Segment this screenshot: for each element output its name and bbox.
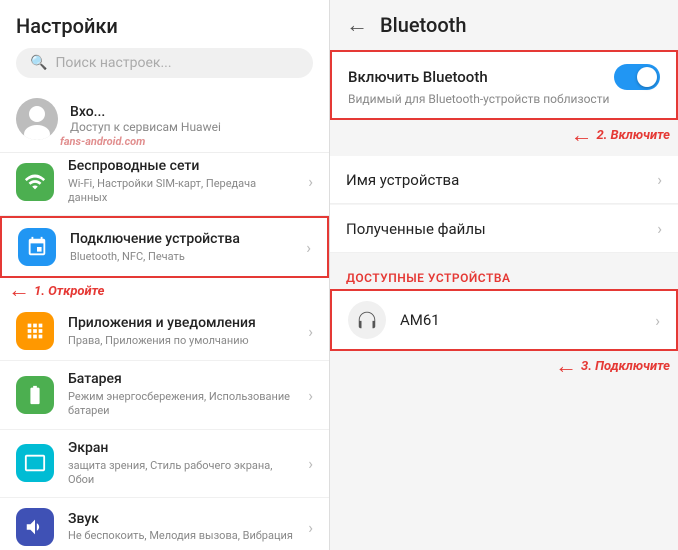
- wireless-title: Беспроводные сети: [68, 158, 294, 175]
- bluetooth-toggle-switch[interactable]: [614, 64, 660, 90]
- apps-notif-icon: [24, 320, 46, 342]
- device-name-item[interactable]: Имя устройства ›: [330, 156, 678, 204]
- device-name-chevron: ›: [657, 170, 662, 189]
- received-files-item[interactable]: Полученные файлы ›: [330, 205, 678, 253]
- left-header: Настройки 🔍 Поиск настроек...: [0, 0, 329, 86]
- arrow-1-icon: ←: [8, 280, 30, 302]
- sidebar-item-wireless[interactable]: Беспроводные сети Wi-Fi, Настройки SIM-к…: [0, 148, 329, 216]
- annotation-3-label: 3. Подключите: [581, 359, 670, 374]
- back-button[interactable]: ←: [346, 12, 368, 38]
- settings-panel: Настройки 🔍 Поиск настроек... Вхо... Дос…: [0, 0, 330, 550]
- device-am61-chevron: ›: [655, 311, 660, 330]
- annotation-2-row: ← 2. Включите: [330, 120, 678, 154]
- apps-notif-chevron: ›: [308, 322, 313, 341]
- sidebar-item-apps-notif[interactable]: Приложения и уведомления Права, Приложен…: [0, 302, 329, 361]
- sound-icon-box: [16, 508, 54, 546]
- display-title: Экран: [68, 440, 294, 457]
- search-icon: 🔍: [30, 55, 47, 71]
- bluetooth-title: Bluetooth: [380, 13, 466, 37]
- bluetooth-content: Включить Bluetooth Видимый для Bluetooth…: [330, 50, 678, 550]
- avatar-icon: [16, 98, 58, 140]
- display-chevron: ›: [308, 454, 313, 473]
- settings-title: Настройки: [16, 14, 313, 38]
- search-bar[interactable]: 🔍 Поиск настроек...: [16, 48, 313, 78]
- received-files-label: Полученные файлы: [346, 220, 486, 238]
- apps-notif-icon-box: [16, 312, 54, 350]
- annotation-1-row: ← 1. Откройте: [0, 278, 329, 302]
- apps-notif-subtitle: Права, Приложения по умолчанию: [68, 334, 294, 348]
- bluetooth-panel: ← Bluetooth Включить Bluetooth Видимый д…: [330, 0, 678, 550]
- account-info: Вхо... Доступ к сервисам Huawei: [70, 104, 313, 134]
- annotation-1-label: 1. Откройте: [34, 284, 104, 299]
- device-connect-text: Подключение устройства Bluetooth, NFC, П…: [70, 231, 292, 264]
- arrow-2-icon: ←: [570, 122, 592, 148]
- sidebar-item-battery[interactable]: Батарея Режим энергосбережения, Использо…: [0, 361, 329, 429]
- display-icon: [24, 452, 46, 474]
- battery-chevron: ›: [308, 386, 313, 405]
- account-subtitle: Доступ к сервисам Huawei: [70, 120, 313, 134]
- device-name-label: Имя устройства: [346, 171, 459, 189]
- battery-icon-box: [16, 376, 54, 414]
- apps-notif-text: Приложения и уведомления Права, Приложен…: [68, 315, 294, 348]
- device-am61-name: AM61: [400, 311, 641, 329]
- sound-subtitle: Не беспокоить, Мелодия вызова, Вибрация: [68, 529, 294, 543]
- sound-icon: [24, 516, 46, 538]
- bluetooth-toggle-card: Включить Bluetooth Видимый для Bluetooth…: [330, 50, 678, 120]
- right-header: ← Bluetooth: [330, 0, 678, 50]
- headphones-icon: [356, 309, 378, 331]
- display-text: Экран защита зрения, Стиль рабочего экра…: [68, 440, 294, 487]
- sound-chevron: ›: [308, 518, 313, 537]
- device-connect-subtitle: Bluetooth, NFC, Печать: [70, 250, 292, 264]
- device-connect-icon-box: [18, 228, 56, 266]
- wireless-icon-box: [16, 163, 54, 201]
- avatar: [16, 98, 58, 140]
- battery-title: Батарея: [68, 371, 294, 388]
- toggle-label: Включить Bluetooth: [348, 68, 488, 86]
- display-icon-box: [16, 444, 54, 482]
- device-connect-icon: [26, 236, 48, 258]
- wireless-text: Беспроводные сети Wi-Fi, Настройки SIM-к…: [68, 158, 294, 205]
- battery-icon: [24, 384, 46, 406]
- sound-text: Звук Не беспокоить, Мелодия вызова, Вибр…: [68, 511, 294, 544]
- account-name: Вхо...: [70, 104, 313, 120]
- annotation-3-row: ← 3. Подключите: [330, 351, 678, 383]
- battery-subtitle: Режим энергосбережения, Использование ба…: [68, 390, 294, 419]
- sidebar-item-display[interactable]: Экран защита зрения, Стиль рабочего экра…: [0, 430, 329, 498]
- display-subtitle: защита зрения, Стиль рабочего экрана, Об…: [68, 459, 294, 488]
- wireless-chevron: ›: [308, 172, 313, 191]
- available-devices-header: ДОСТУПНЫЕ УСТРОЙСТВА: [330, 261, 678, 289]
- account-row[interactable]: Вхо... Доступ к сервисам Huawei: [0, 86, 329, 153]
- sound-title: Звук: [68, 511, 294, 528]
- wireless-icon: [24, 171, 46, 193]
- annotation-2-label: 2. Включите: [596, 128, 670, 143]
- toggle-row: Включить Bluetooth: [348, 64, 660, 90]
- device-icon: [348, 301, 386, 339]
- received-files-chevron: ›: [657, 219, 662, 238]
- device-connect-title: Подключение устройства: [70, 231, 292, 248]
- wireless-subtitle: Wi-Fi, Настройки SIM-карт, Передача данн…: [68, 177, 294, 206]
- arrow-3-icon: ←: [555, 353, 577, 379]
- search-placeholder: Поиск настроек...: [55, 55, 171, 71]
- sidebar-item-device-connect[interactable]: Подключение устройства Bluetooth, NFC, П…: [0, 216, 329, 278]
- toggle-subtitle: Видимый для Bluetooth-устройств поблизос…: [348, 92, 660, 106]
- device-item-am61[interactable]: AM61 ›: [330, 289, 678, 351]
- device-connect-chevron: ›: [306, 238, 311, 257]
- toggle-card-wrapper: Включить Bluetooth Видимый для Bluetooth…: [330, 50, 678, 154]
- apps-notif-title: Приложения и уведомления: [68, 315, 294, 332]
- sidebar-item-sound[interactable]: Звук Не беспокоить, Мелодия вызова, Вибр…: [0, 498, 329, 550]
- device-item-wrapper: AM61 › ← 3. Подключите: [330, 289, 678, 383]
- settings-list: Беспроводные сети Wi-Fi, Настройки SIM-к…: [0, 148, 329, 550]
- battery-text: Батарея Режим энергосбережения, Использо…: [68, 371, 294, 418]
